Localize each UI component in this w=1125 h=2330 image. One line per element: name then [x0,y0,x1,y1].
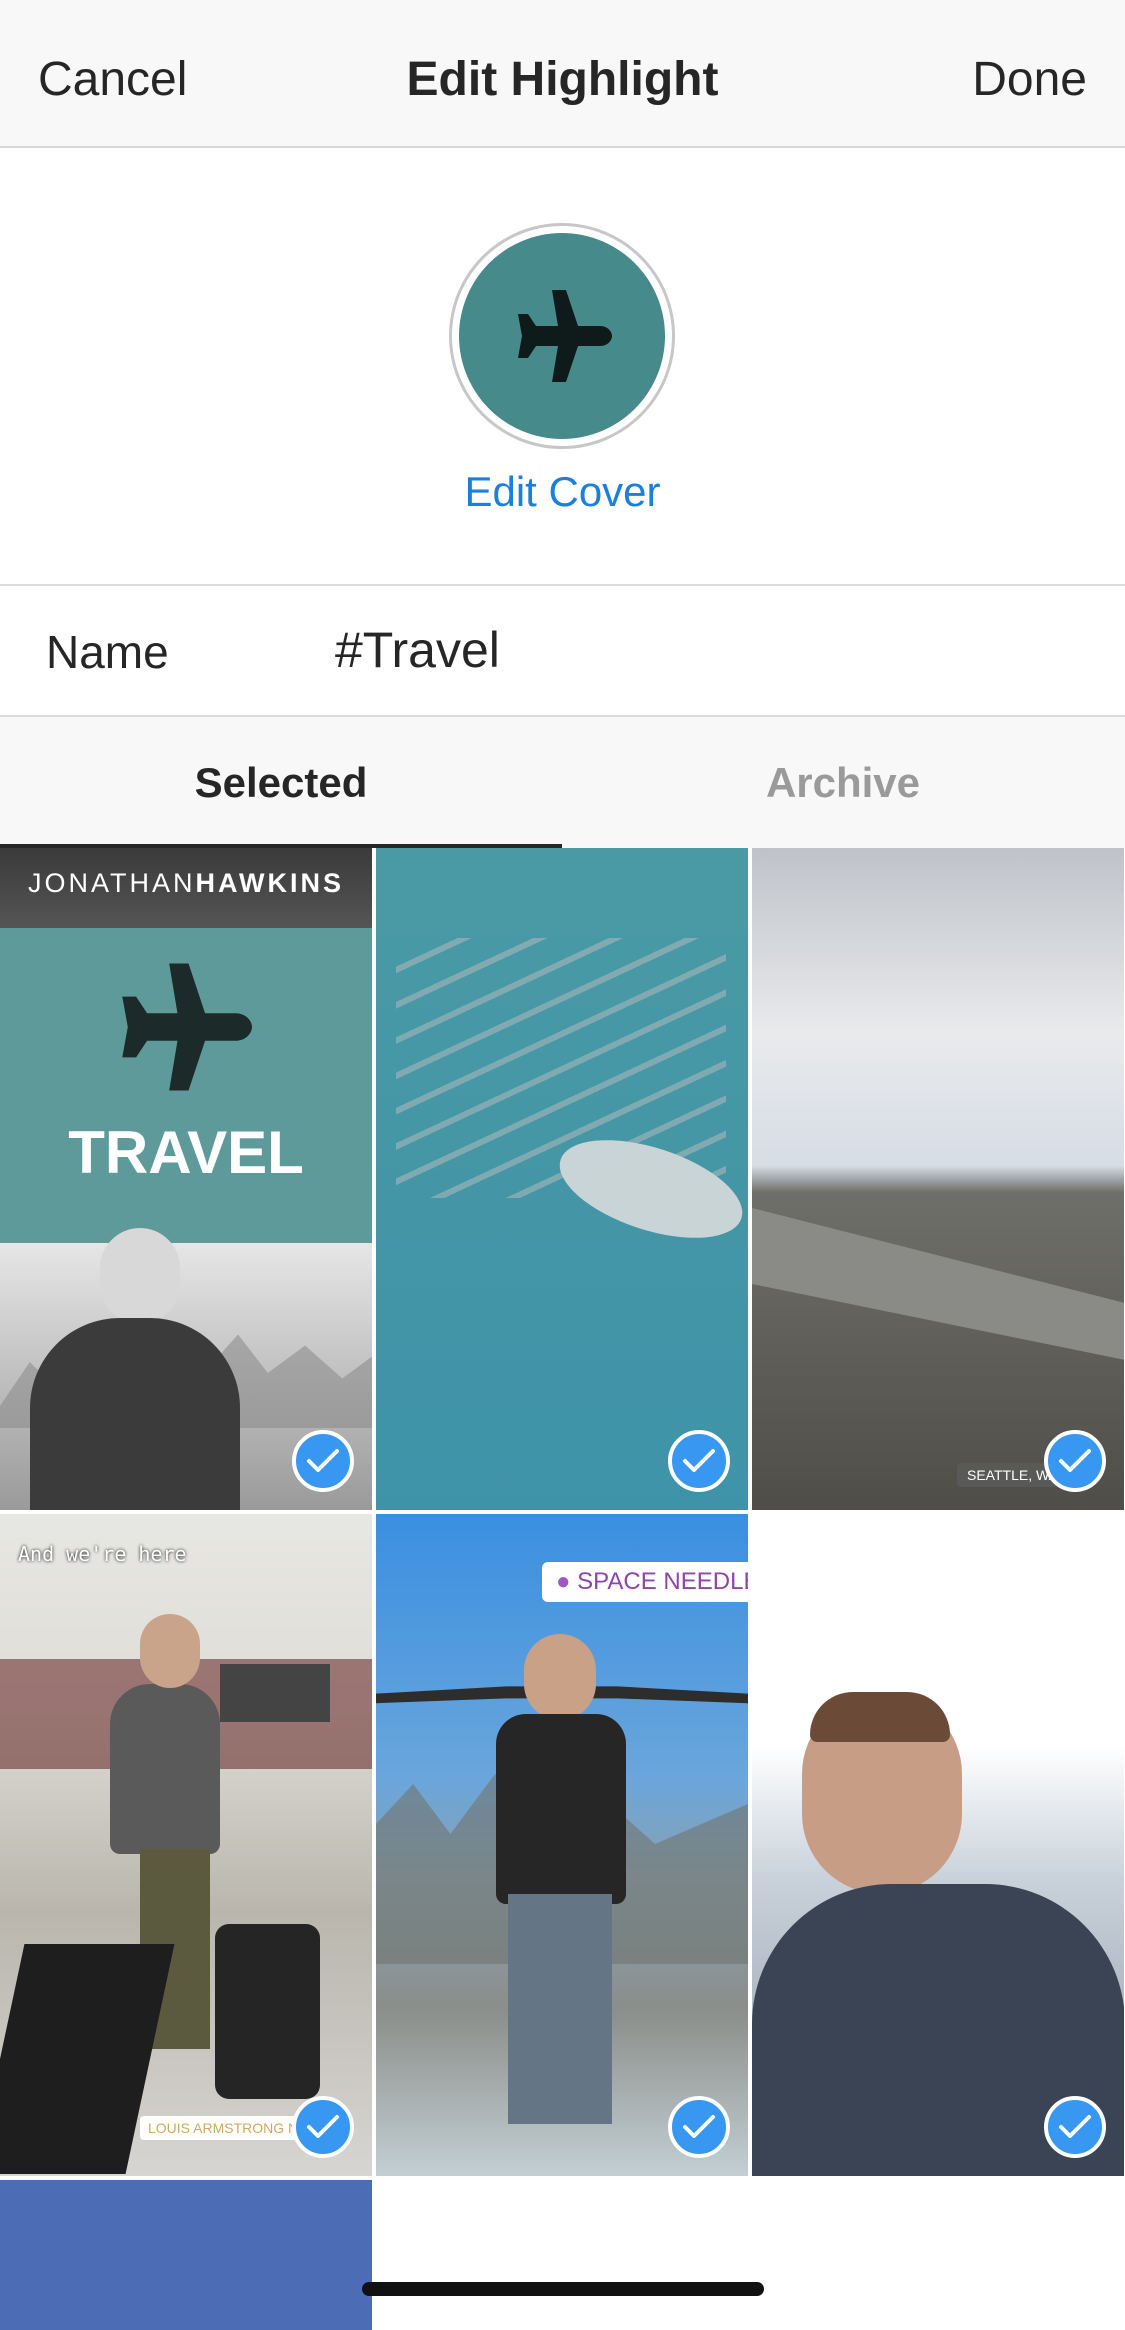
tab-archive[interactable]: Archive [562,717,1124,848]
pin-icon: ● [556,1568,571,1595]
person-legs [508,1894,612,2124]
selected-check-icon[interactable] [1044,1430,1106,1492]
person-head [140,1614,200,1688]
edit-cover-link[interactable]: Edit Cover [0,468,1125,516]
person-body [110,1684,220,1854]
person-body [496,1714,626,1904]
story-caption: And we're here [18,1542,187,1566]
story-thumbnail[interactable]: SEATTLE, WA [752,848,1124,1510]
story-thumbnail[interactable] [376,848,748,1510]
person-hair [810,1692,950,1742]
person-head [524,1634,596,1720]
person-body [30,1318,240,1510]
home-indicator [362,2282,764,2296]
selected-check-icon[interactable] [292,1430,354,1492]
story-thumbnail[interactable] [0,2180,372,2330]
airplane-icon [518,290,612,382]
airplane-icon [122,963,252,1091]
location-sticker: ● SPACE NEEDLE [542,1562,748,1602]
done-button[interactable]: Done [972,52,1087,107]
selected-check-icon[interactable] [668,2096,730,2158]
tab-selected-label: Selected [194,759,368,806]
name-input[interactable]: #Travel [335,621,500,679]
story-title: TRAVEL [68,1119,304,1186]
tab-archive-label: Archive [765,759,921,806]
story-thumbnail[interactable]: ● SPACE NEEDLE [376,1514,748,2176]
tv-screen [220,1664,330,1722]
person-head [100,1228,180,1324]
brand-banner: JONATHANHAWKINS [27,868,344,898]
selected-check-icon[interactable] [1044,2096,1106,2158]
highlight-cover[interactable] [449,223,675,449]
page-title: Edit Highlight [406,53,719,106]
nav-bar: Cancel Edit Highlight Done [0,0,1125,148]
story-thumbnail[interactable] [752,1514,1124,2176]
selected-check-icon[interactable] [668,1430,730,1492]
divider [0,584,1125,586]
story-thumbnail[interactable]: JONATHANHAWKINS TRAVEL [0,848,372,1510]
name-label: Name [46,626,169,678]
suitcase [215,1924,320,2099]
selected-check-icon[interactable] [292,2096,354,2158]
story-thumbnail[interactable]: And we're here LOUIS ARMSTRONG NEW O [0,1514,372,2176]
cover-image [459,233,665,439]
tab-bar: Selected Archive [0,717,1125,848]
tab-selected[interactable]: Selected [0,717,562,848]
viaduct [752,1208,1124,1360]
